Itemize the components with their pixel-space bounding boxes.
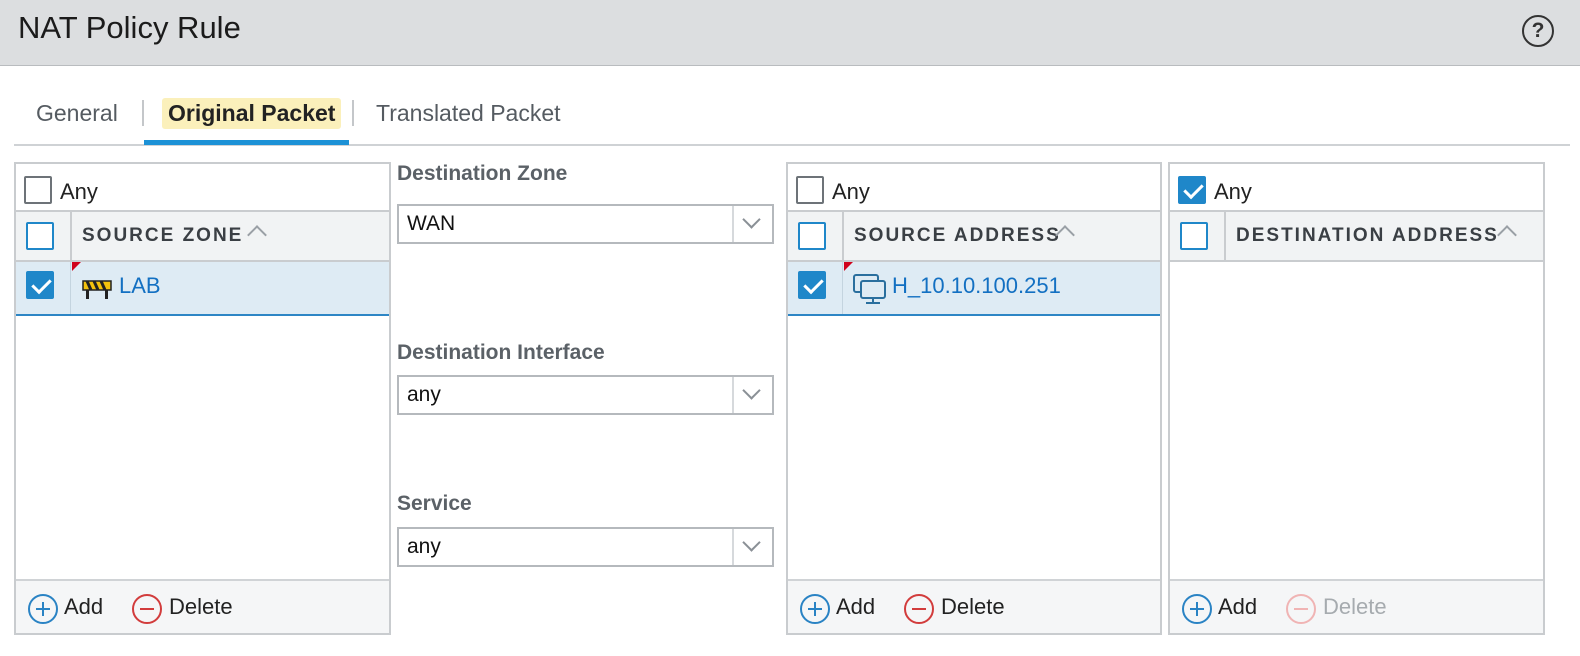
destination-address-any-checkbox[interactable] bbox=[1178, 176, 1206, 204]
destination-address-panel: Any DESTINATION ADDRESS Add Delete bbox=[1168, 162, 1545, 635]
source-zone-add-button[interactable]: Add bbox=[64, 594, 103, 620]
source-address-delete-button[interactable]: Delete bbox=[941, 594, 1005, 620]
select-divider bbox=[732, 377, 734, 413]
source-address-select-all-checkbox[interactable] bbox=[798, 222, 826, 250]
source-zone-any-label: Any bbox=[60, 179, 98, 204]
row-checkbox[interactable] bbox=[798, 271, 826, 299]
service-value: any bbox=[407, 535, 441, 558]
tab-original-packet[interactable]: Original Packet bbox=[162, 98, 342, 129]
destination-address-any-label: Any bbox=[1214, 179, 1252, 204]
destination-zone-label: Destination Zone bbox=[397, 162, 568, 185]
source-address-link[interactable]: H_10.10.100.251 bbox=[892, 273, 1061, 299]
tab-divider bbox=[142, 100, 144, 126]
source-zone-delete-button[interactable]: Delete bbox=[169, 594, 233, 620]
chevron-down-icon[interactable] bbox=[742, 533, 761, 552]
tab-translated-packet[interactable]: Translated Packet bbox=[376, 100, 561, 127]
table-row[interactable]: H_10.10.100.251 bbox=[788, 262, 1160, 316]
table-row[interactable]: LAB bbox=[16, 262, 389, 316]
destination-address-footer: Add Delete bbox=[1170, 579, 1543, 633]
sort-ascending-icon[interactable] bbox=[1497, 225, 1517, 245]
source-zone-panel: Any SOURCE ZONE LAB Add Delete bbox=[14, 162, 391, 635]
tab-bar: General Original Packet Translated Packe… bbox=[14, 90, 1570, 146]
dialog-title: NAT Policy Rule bbox=[18, 10, 241, 45]
select-divider bbox=[732, 206, 734, 242]
row-checkbox[interactable] bbox=[26, 271, 54, 299]
column-divider bbox=[70, 212, 72, 260]
source-zone-footer: Add Delete bbox=[16, 579, 389, 633]
service-select[interactable]: any bbox=[397, 527, 774, 567]
add-icon[interactable] bbox=[800, 594, 830, 624]
help-circle-icon[interactable]: ? bbox=[1522, 15, 1554, 47]
service-label: Service bbox=[397, 492, 472, 515]
delete-icon bbox=[1286, 594, 1316, 624]
source-zone-grid-header: SOURCE ZONE bbox=[16, 210, 389, 262]
source-address-column-header[interactable]: SOURCE ADDRESS bbox=[854, 225, 1061, 247]
destination-address-select-all-checkbox[interactable] bbox=[1180, 222, 1208, 250]
dialog-titlebar: NAT Policy Rule ? bbox=[0, 0, 1580, 66]
destination-interface-label: Destination Interface bbox=[397, 341, 605, 364]
source-address-any-label: Any bbox=[832, 179, 870, 204]
source-address-grid-header: SOURCE ADDRESS bbox=[788, 210, 1160, 262]
source-zone-link[interactable]: LAB bbox=[119, 273, 161, 299]
source-address-panel: Any SOURCE ADDRESS H_10.10.100.251 Add D… bbox=[786, 162, 1162, 635]
chevron-down-icon[interactable] bbox=[742, 381, 761, 400]
zone-icon bbox=[82, 280, 112, 299]
destination-interface-select[interactable]: any bbox=[397, 375, 774, 415]
destination-address-add-button[interactable]: Add bbox=[1218, 594, 1257, 620]
select-divider bbox=[732, 529, 734, 565]
source-address-add-button[interactable]: Add bbox=[836, 594, 875, 620]
source-zone-column-header[interactable]: SOURCE ZONE bbox=[82, 225, 243, 247]
modified-flag-icon bbox=[72, 262, 81, 271]
column-divider bbox=[70, 262, 71, 314]
column-divider bbox=[842, 212, 844, 260]
source-zone-select-all-checkbox[interactable] bbox=[26, 222, 54, 250]
source-address-any-checkbox[interactable] bbox=[796, 176, 824, 204]
destination-address-delete-button: Delete bbox=[1323, 594, 1387, 619]
active-tab-indicator bbox=[144, 140, 349, 145]
destination-interface-value: any bbox=[407, 383, 441, 406]
tab-divider bbox=[352, 100, 354, 126]
add-icon[interactable] bbox=[1182, 594, 1212, 624]
column-divider bbox=[842, 262, 843, 314]
delete-icon[interactable] bbox=[904, 594, 934, 624]
source-address-footer: Add Delete bbox=[788, 579, 1160, 633]
source-zone-any-checkbox[interactable] bbox=[24, 176, 52, 204]
column-divider bbox=[1224, 212, 1226, 260]
tab-general[interactable]: General bbox=[36, 100, 118, 127]
chevron-down-icon[interactable] bbox=[742, 210, 761, 229]
destination-address-grid-header: DESTINATION ADDRESS bbox=[1170, 210, 1543, 262]
host-address-icon bbox=[853, 274, 886, 304]
add-icon[interactable] bbox=[28, 594, 58, 624]
destination-zone-select[interactable]: WAN bbox=[397, 204, 774, 244]
destination-address-column-header[interactable]: DESTINATION ADDRESS bbox=[1236, 225, 1499, 247]
delete-icon[interactable] bbox=[132, 594, 162, 624]
sort-ascending-icon[interactable] bbox=[247, 225, 267, 245]
destination-zone-value: WAN bbox=[407, 212, 456, 235]
